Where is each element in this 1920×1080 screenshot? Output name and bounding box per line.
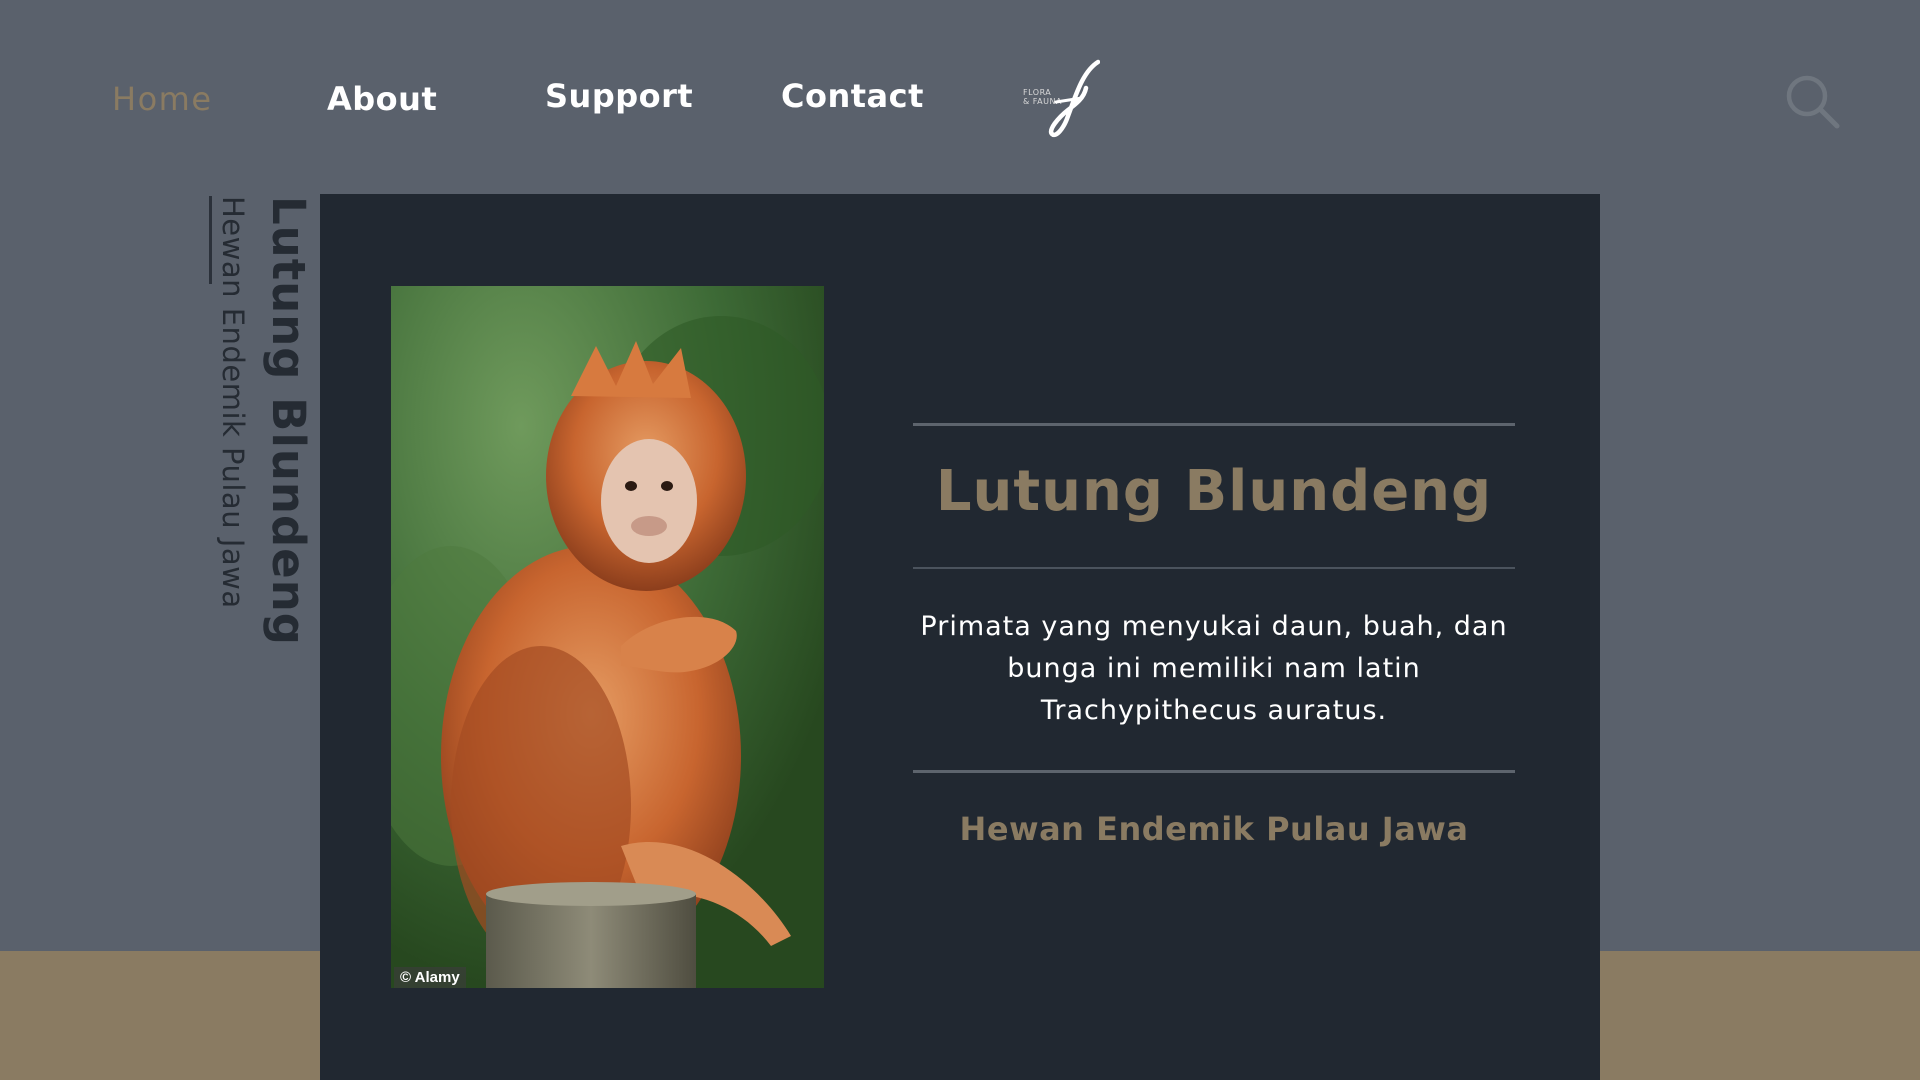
card-subtitle: Hewan Endemik Pulau Jawa [959, 810, 1469, 848]
photo-credit-label: © Alamy [394, 967, 466, 988]
side-divider-line [209, 196, 212, 284]
lutung-image [391, 286, 824, 988]
divider-middle [913, 567, 1515, 569]
flora-fauna-logo[interactable]: FLORA & FAUNA [1020, 58, 1100, 140]
nav-contact-link[interactable]: Contact [781, 77, 924, 115]
card-description: Primata yang menyukai daun, buah, dan bu… [920, 611, 1508, 726]
side-vertical-subtitle: Hewan Endemik Pulau Jawa [216, 196, 250, 609]
card-title: Lutung Blundeng [935, 459, 1493, 524]
feature-card: © Alamy Lutung Blundeng Primata yang men… [320, 194, 1600, 1080]
nav-home-link[interactable]: Home [112, 80, 213, 118]
nav-about-link[interactable]: About [327, 80, 437, 118]
side-vertical-title: Lutung Blundeng [262, 196, 315, 646]
nav-support-link[interactable]: Support [545, 77, 693, 115]
monkey-photo: © Alamy [391, 286, 824, 988]
divider-top [913, 423, 1515, 426]
divider-bottom [913, 770, 1515, 773]
logo-f-glyph-icon [1048, 59, 1100, 138]
search-icon[interactable] [1783, 72, 1843, 132]
